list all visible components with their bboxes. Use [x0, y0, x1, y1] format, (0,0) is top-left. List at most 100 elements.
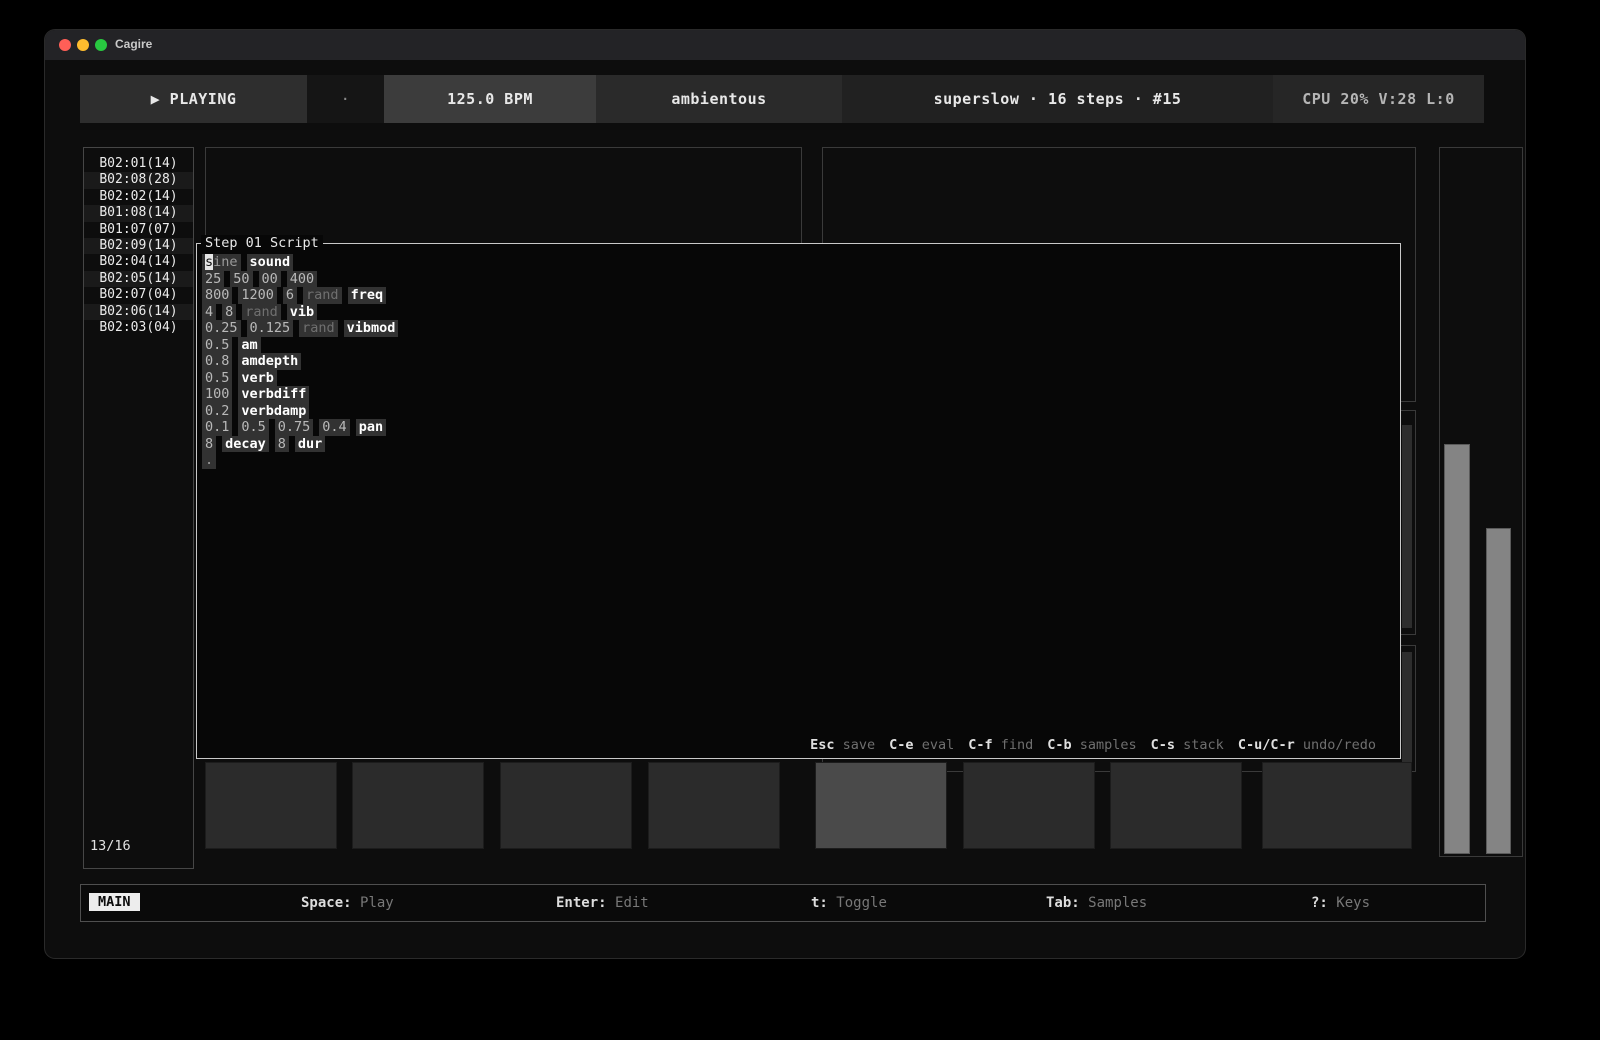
script-token: 0.75 — [275, 419, 314, 436]
sample-list-item[interactable]: B02:02(14) — [84, 189, 193, 205]
script-text-area[interactable]: sinesound25500040080012006randfreq48rand… — [202, 253, 404, 468]
desktop: Cagire ▶ PLAYING · 125.0 BPM ambientous … — [0, 0, 1600, 1040]
script-line: 0.8 amdepth — [202, 352, 404, 369]
system-stats-text: CPU 20% V:28 L:0 — [1302, 90, 1455, 108]
level-meter-left — [1445, 445, 1469, 853]
sample-list-item[interactable]: B01:07(07) — [84, 222, 193, 238]
sample-list-item[interactable]: B02:08(28) — [84, 172, 193, 188]
script-line: 8 decay 8 dur — [202, 435, 404, 452]
script-token: vib — [287, 304, 317, 321]
script-line: 0.5am — [202, 336, 404, 353]
script-token: 8 — [202, 436, 216, 453]
editor-hint-key: C-b — [1047, 737, 1080, 753]
close-window-button[interactable] — [59, 39, 71, 51]
script-token: 6 — [283, 287, 297, 304]
script-token: 0.8 — [202, 353, 232, 370]
window-titlebar[interactable]: Cagire — [45, 30, 1525, 60]
script-token: rand — [303, 287, 342, 304]
sample-list: B02:01(14)B02:08(28)B02:02(14)B01:08(14)… — [84, 148, 193, 336]
sample-list-item[interactable]: B01:08(14) — [84, 205, 193, 221]
step-box[interactable] — [815, 762, 947, 849]
pattern-info-text: superslow · 16 steps · #15 — [934, 90, 1182, 108]
script-token: 1200 — [238, 287, 277, 304]
sample-list-item[interactable]: B02:06(14) — [84, 304, 193, 320]
statusbar-hint-label: Keys — [1336, 895, 1370, 911]
statusbar-hint: ?: Keys — [1311, 895, 1370, 911]
script-token: amdepth — [238, 353, 301, 370]
step-box[interactable] — [648, 762, 780, 849]
scene-name: ambientous — [671, 90, 766, 108]
statusbar-hint-key: Enter: — [556, 895, 615, 911]
scene-selector[interactable]: ambientous — [596, 75, 842, 123]
editor-hint-label: stack — [1183, 737, 1224, 753]
sample-list-panel[interactable]: B02:01(14)B02:08(28)B02:02(14)B01:08(14)… — [83, 147, 194, 869]
script-token: 00 — [259, 271, 281, 288]
statusbar-hint-key: ?: — [1311, 895, 1336, 911]
pattern-info: superslow · 16 steps · #15 — [842, 75, 1273, 123]
script-token: 0.5 — [202, 370, 232, 387]
script-token: . — [202, 452, 216, 469]
script-token: 0.1 — [202, 419, 232, 436]
sample-list-item[interactable]: B02:05(14) — [84, 271, 193, 287]
script-token: vibmod — [344, 320, 399, 337]
script-token: 0.2 — [202, 403, 232, 420]
statusbar-hint-key: t: — [811, 895, 836, 911]
script-token: 8 — [222, 304, 236, 321]
bpm-display[interactable]: 125.0 BPM — [384, 75, 596, 123]
statusbar-hint-key: Tab: — [1046, 895, 1088, 911]
system-stats: CPU 20% V:28 L:0 — [1273, 75, 1484, 123]
level-meter-right — [1487, 529, 1510, 853]
statusbar-hint-label: Toggle — [836, 895, 887, 911]
script-token: 400 — [287, 271, 317, 288]
script-line: 0.2verbdamp — [202, 402, 404, 419]
script-token: verbdiff — [238, 386, 309, 403]
editor-hint-key: C-f — [968, 737, 1001, 753]
statusbar-hint-label: Play — [360, 895, 394, 911]
editor-hint-key: C-u/C-r — [1238, 737, 1303, 753]
sample-list-item[interactable]: B02:03(04) — [84, 320, 193, 336]
script-token: decay — [222, 436, 269, 453]
sample-list-item[interactable]: B02:01(14) — [84, 156, 193, 172]
script-token: pan — [356, 419, 386, 436]
script-line: sine sound — [202, 253, 404, 270]
step-box[interactable] — [1262, 762, 1412, 849]
play-icon: ▶ — [151, 90, 161, 108]
script-token-cursor: sine — [202, 254, 241, 271]
script-token: dur — [295, 436, 325, 453]
sample-list-item[interactable]: B02:04(14) — [84, 254, 193, 270]
editor-hint-label: undo/redo — [1303, 737, 1376, 753]
sample-list-item[interactable]: B02:09(14) — [84, 238, 193, 254]
step-box[interactable] — [1110, 762, 1242, 849]
script-token: verb — [238, 370, 277, 387]
step-box[interactable] — [205, 762, 337, 849]
script-token: rand — [242, 304, 281, 321]
script-token: 4 — [202, 304, 216, 321]
script-token: rand — [299, 320, 338, 337]
script-token: 800 — [202, 287, 232, 304]
script-token: sound — [247, 254, 294, 271]
window-title: Cagire — [115, 37, 152, 51]
step-box[interactable] — [352, 762, 484, 849]
stack-scroll-indicator-lower — [1402, 652, 1412, 766]
script-token: 0.5 — [238, 419, 268, 436]
script-token: freq — [348, 287, 387, 304]
bpm-value: 125.0 BPM — [447, 90, 533, 108]
editor-keybind-hints: Esc saveC-e evalC-f findC-b samplesC-s s… — [810, 737, 1390, 753]
sample-list-item[interactable]: B02:07(04) — [84, 287, 193, 303]
status-bar: MAIN Space: PlayEnter: Editt: ToggleTab:… — [80, 884, 1486, 922]
step-box[interactable] — [963, 762, 1095, 849]
editor-hint-label: eval — [922, 737, 955, 753]
minimize-window-button[interactable] — [77, 39, 89, 51]
transport-status[interactable]: ▶ PLAYING — [80, 75, 307, 123]
zoom-window-button[interactable] — [95, 39, 107, 51]
script-editor-dialog[interactable]: Step 01 Script sinesound2550004008001200… — [196, 243, 1401, 759]
statusbar-hint-label: Samples — [1088, 895, 1147, 911]
script-line: 25 50 00 400 — [202, 270, 404, 287]
statusbar-hint-label: Edit — [615, 895, 649, 911]
script-token: 0.25 — [202, 320, 241, 337]
script-token: 8 — [275, 436, 289, 453]
editor-title: Step 01 Script — [201, 235, 323, 251]
script-token: 50 — [230, 271, 252, 288]
step-box[interactable] — [500, 762, 632, 849]
script-token: 25 — [202, 271, 224, 288]
